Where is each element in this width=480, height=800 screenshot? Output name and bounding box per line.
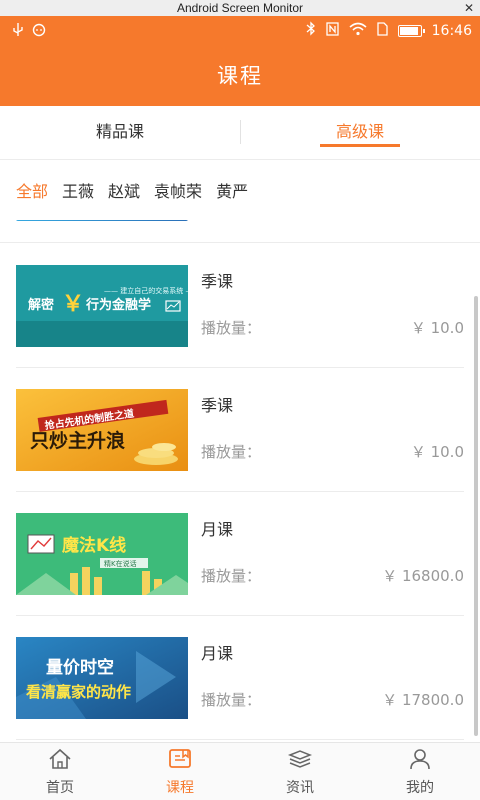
wifi-icon (349, 22, 367, 40)
scrollbar[interactable] (474, 296, 478, 736)
filter-huang-yan[interactable]: 黄严 (216, 178, 248, 202)
course-plays-label: 播放量： (201, 319, 262, 337)
monitor-title-bar: Android Screen Monitor ✕ (0, 0, 480, 16)
tab-divider (240, 120, 241, 144)
tab-advanced-course[interactable]: 高级课 (240, 106, 480, 159)
nav-label: 资讯 (286, 779, 314, 796)
filter-all[interactable]: 全部 (16, 178, 48, 202)
thumb-sub-text: 行为金融学 (85, 297, 151, 313)
thumb-main-text: 只炒主升浪 (30, 429, 125, 452)
nav-label: 我的 (406, 779, 434, 796)
course-plays-label: 播放量： (201, 567, 262, 585)
course-price: ￥ 10.0 (410, 443, 464, 461)
course-title: 月课 (201, 520, 234, 539)
bottom-nav: 首页 课程 资讯 我的 (0, 742, 480, 800)
list-item[interactable]: 抢占先机的制胜之道 只炒主升浪 季课 播放量： ￥ 10.0 (16, 368, 464, 492)
course-list[interactable]: —— 建立自己的交易系统 —— 解密 ￥ 行为金融学 季课 播放量： ￥ 10.… (0, 220, 480, 742)
nav-news[interactable]: 资讯 (240, 743, 360, 800)
course-thumbnail: 魔法K线 精K在说话 (16, 513, 188, 595)
filter-yuan-zhenrong[interactable]: 袁帧荣 (154, 178, 202, 202)
bluetooth-icon (306, 21, 316, 40)
course-icon (167, 747, 193, 777)
tab-label: 精品课 (95, 122, 144, 141)
status-time: 16:46 (431, 22, 472, 39)
course-price: ￥ 10.0 (410, 319, 464, 337)
nfc-icon (325, 21, 339, 40)
nav-label: 课程 (166, 779, 194, 796)
nav-home[interactable]: 首页 (0, 743, 120, 800)
list-item[interactable]: 魔法K线 精K在说话 月课 播放量： ￥ 16800.0 (16, 492, 464, 616)
filter-wang-wei[interactable]: 王薇 (62, 178, 94, 202)
close-icon[interactable]: ✕ (464, 0, 474, 16)
teacher-filter-bar: 全部 王薇 赵斌 袁帧荣 黄严 (0, 160, 480, 220)
thumb-main-text: 量价时空 (46, 657, 114, 678)
list-item[interactable]: 量价时空 看清赢家的动作 月课 播放量： ￥ 17800.0 (16, 616, 464, 740)
tab-premium-course[interactable]: 精品课 (0, 106, 240, 159)
sim-icon (376, 21, 388, 40)
thumb-main-text: 解密 (27, 297, 54, 313)
nav-label: 首页 (46, 779, 74, 796)
thumb-sub-text: 看清赢家的动作 (26, 683, 131, 701)
battery-icon (397, 24, 425, 37)
tab-active-indicator (320, 144, 400, 147)
thumb-main-text: 魔法K线 (62, 535, 126, 556)
course-thumbnail: 量价时空 看清赢家的动作 (16, 637, 188, 719)
nav-course[interactable]: 课程 (120, 743, 240, 800)
course-thumbnail: 抢占先机的制胜之道 只炒主升浪 (16, 389, 188, 471)
course-thumbnail (16, 220, 188, 221)
home-icon (47, 747, 73, 777)
thumb-sub-text: 精K在说话 (104, 559, 137, 568)
course-price: ￥ 17800.0 (382, 691, 464, 709)
news-icon (287, 747, 313, 777)
course-thumbnail: —— 建立自己的交易系统 —— 解密 ￥ 行为金融学 (16, 265, 188, 347)
thumb-top-text: —— 建立自己的交易系统 —— (104, 286, 188, 295)
filter-zhao-bin[interactable]: 赵斌 (108, 178, 140, 202)
tab-label: 高级课 (335, 122, 384, 141)
course-plays-label: 播放量： (201, 691, 262, 709)
monitor-title: Android Screen Monitor (176, 1, 304, 15)
status-bar: 16:46 (0, 16, 480, 46)
nav-profile[interactable]: 我的 (360, 743, 480, 800)
profile-icon (407, 747, 433, 777)
sync-icon (32, 23, 46, 41)
page-title: 课程 (0, 46, 480, 106)
course-title: 月课 (201, 644, 234, 663)
list-item[interactable] (0, 220, 480, 243)
course-plays-label: 播放量： (201, 443, 262, 461)
usb-icon (12, 23, 24, 41)
list-item[interactable]: —— 建立自己的交易系统 —— 解密 ￥ 行为金融学 季课 播放量： ￥ 10.… (16, 244, 464, 368)
course-price: ￥ 16800.0 (382, 567, 464, 585)
course-title: 季课 (201, 272, 234, 291)
thumb-symbol-text: ￥ (62, 292, 84, 317)
course-title: 季课 (201, 396, 234, 415)
